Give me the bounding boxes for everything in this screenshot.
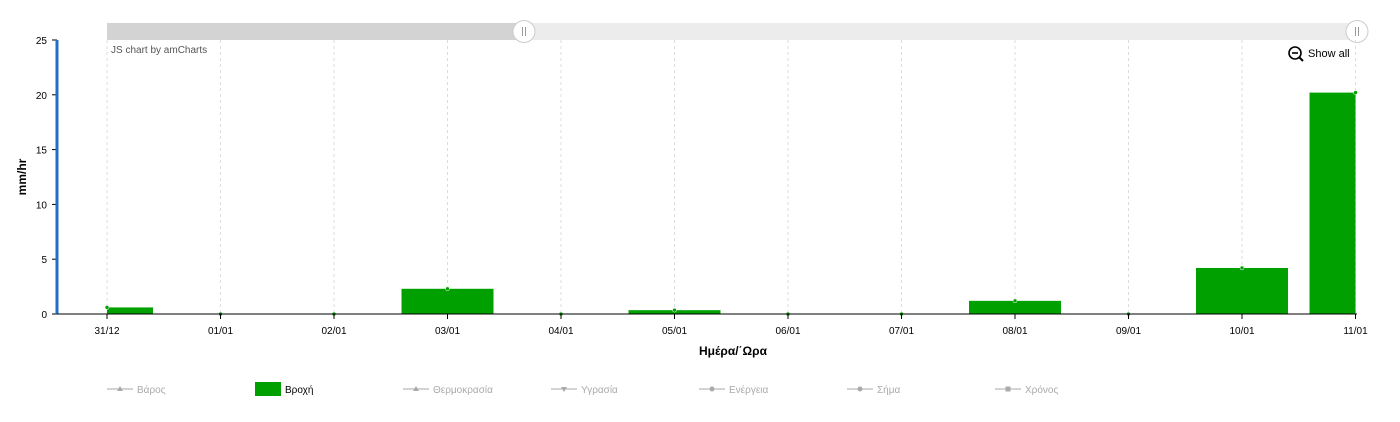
- legend-label: Βροχή: [285, 384, 313, 396]
- circle-icon: [857, 386, 863, 392]
- x-tick-label: 01/01: [208, 326, 233, 337]
- rain-chart: JS chart by amCharts Show all 31/12 01/01…: [15, 20, 1369, 396]
- zoom-out-icon: [1288, 46, 1304, 62]
- x-tick-label: 07/01: [889, 326, 914, 337]
- x-tick-label: 11/01: [1343, 326, 1368, 337]
- axis-ticks: 31/12 01/01 02/01 03/01 04/01 05/01 06/01 07/01…: [36, 36, 1368, 337]
- x-tick-label: 08/01: [1002, 326, 1027, 337]
- data-point[interactable]: [445, 286, 450, 292]
- legend-item[interactable]: Χρόνος: [995, 384, 1058, 396]
- data-point[interactable]: [1012, 298, 1018, 304]
- y-tick-label: 5: [41, 255, 47, 266]
- legend-item[interactable]: Ενέργεια: [699, 384, 768, 396]
- y-tick-label: 0: [41, 310, 47, 321]
- data-point[interactable]: [104, 305, 110, 310]
- bars: [104, 90, 1358, 317]
- x-tick-label: 02/01: [321, 326, 346, 337]
- bar[interactable]: [107, 307, 153, 314]
- scrollbar-handle-left[interactable]: [512, 20, 536, 43]
- data-point[interactable]: [672, 307, 677, 313]
- x-tick-label: 03/01: [435, 326, 460, 337]
- y-tick-label: 10: [36, 200, 48, 211]
- legend-label: Θερμοκρασία: [433, 384, 493, 396]
- y-tick-label: 25: [36, 36, 48, 47]
- y-tick-label: 20: [36, 91, 48, 102]
- legend-label: Χρόνος: [1025, 384, 1058, 396]
- data-point[interactable]: [1239, 265, 1245, 271]
- legend: Βάρος Βροχή Θερμοκρασία Υγρασία Ενέργεια Σήμα…: [107, 382, 1058, 396]
- x-tick-label: 09/01: [1116, 326, 1141, 337]
- x-tick-label: 05/01: [662, 326, 687, 337]
- legend-label: Βάρος: [137, 384, 166, 396]
- legend-label: Σήμα: [877, 384, 901, 396]
- grid-lines: [106, 40, 1356, 314]
- x-tick-label: 04/01: [548, 326, 573, 337]
- legend-item[interactable]: Σήμα: [847, 384, 901, 396]
- show-all-button[interactable]: Show all: [1288, 46, 1350, 62]
- bar[interactable]: [401, 288, 494, 314]
- y-tick-label: 15: [36, 146, 48, 157]
- bar[interactable]: [1196, 267, 1288, 314]
- legend-item[interactable]: Βροχή: [255, 382, 313, 396]
- legend-item[interactable]: Θερμοκρασία: [403, 384, 493, 396]
- legend-label: Υγρασία: [581, 384, 618, 396]
- scrollbar-selection[interactable]: [107, 23, 524, 40]
- x-tick-label: 06/01: [775, 326, 800, 337]
- chart-credit[interactable]: JS chart by amCharts: [111, 45, 207, 56]
- y-axis-title: mm/hr: [15, 158, 29, 195]
- circle-icon: [709, 386, 715, 392]
- legend-item[interactable]: Υγρασία: [551, 384, 618, 396]
- data-point[interactable]: [1353, 90, 1358, 95]
- x-tick-label: 10/01: [1229, 326, 1254, 337]
- scrollbar-handle-right[interactable]: [1345, 20, 1369, 43]
- bar[interactable]: [1309, 92, 1356, 314]
- square-icon: [1005, 386, 1011, 392]
- x-tick-label: 31/12: [94, 326, 119, 337]
- legend-item[interactable]: Βάρος: [107, 384, 166, 396]
- legend-label: Ενέργεια: [729, 384, 768, 396]
- x-axis-title: Ημέρα/΄Ωρα: [699, 344, 768, 358]
- legend-marker-box: [255, 382, 281, 396]
- scrollbar[interactable]: [107, 20, 1369, 43]
- show-all-label: Show all: [1308, 48, 1350, 60]
